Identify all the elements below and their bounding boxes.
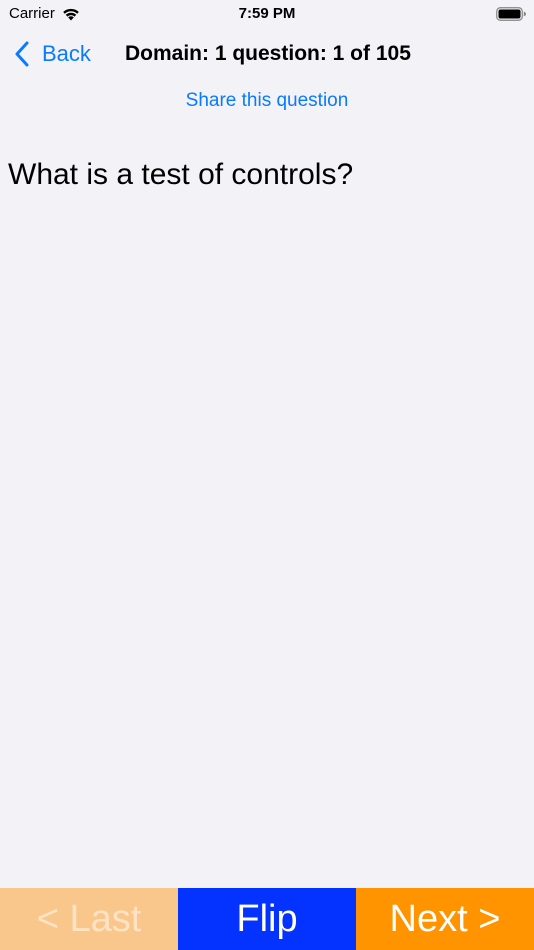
- share-question-link[interactable]: Share this question: [0, 90, 534, 112]
- navigation-bar: Back Domain: 1 question: 1 of 105: [0, 32, 534, 76]
- next-button[interactable]: Next >: [356, 888, 534, 950]
- status-time: 7:59 PM: [238, 5, 296, 22]
- last-button[interactable]: < Last: [0, 888, 178, 950]
- bottom-button-bar: < Last Flip Next >: [0, 888, 534, 950]
- question-text: What is a test of controls?: [8, 158, 354, 191]
- flip-button[interactable]: Flip: [178, 888, 356, 950]
- back-label: Back: [42, 41, 91, 66]
- status-bar: Carrier 7:59 PM: [0, 0, 534, 28]
- page-title: Domain: 1 question: 1 of 105: [125, 42, 411, 65]
- chevron-left-icon: [15, 41, 29, 67]
- back-button[interactable]: Back: [14, 40, 91, 68]
- battery-icon: [496, 7, 526, 21]
